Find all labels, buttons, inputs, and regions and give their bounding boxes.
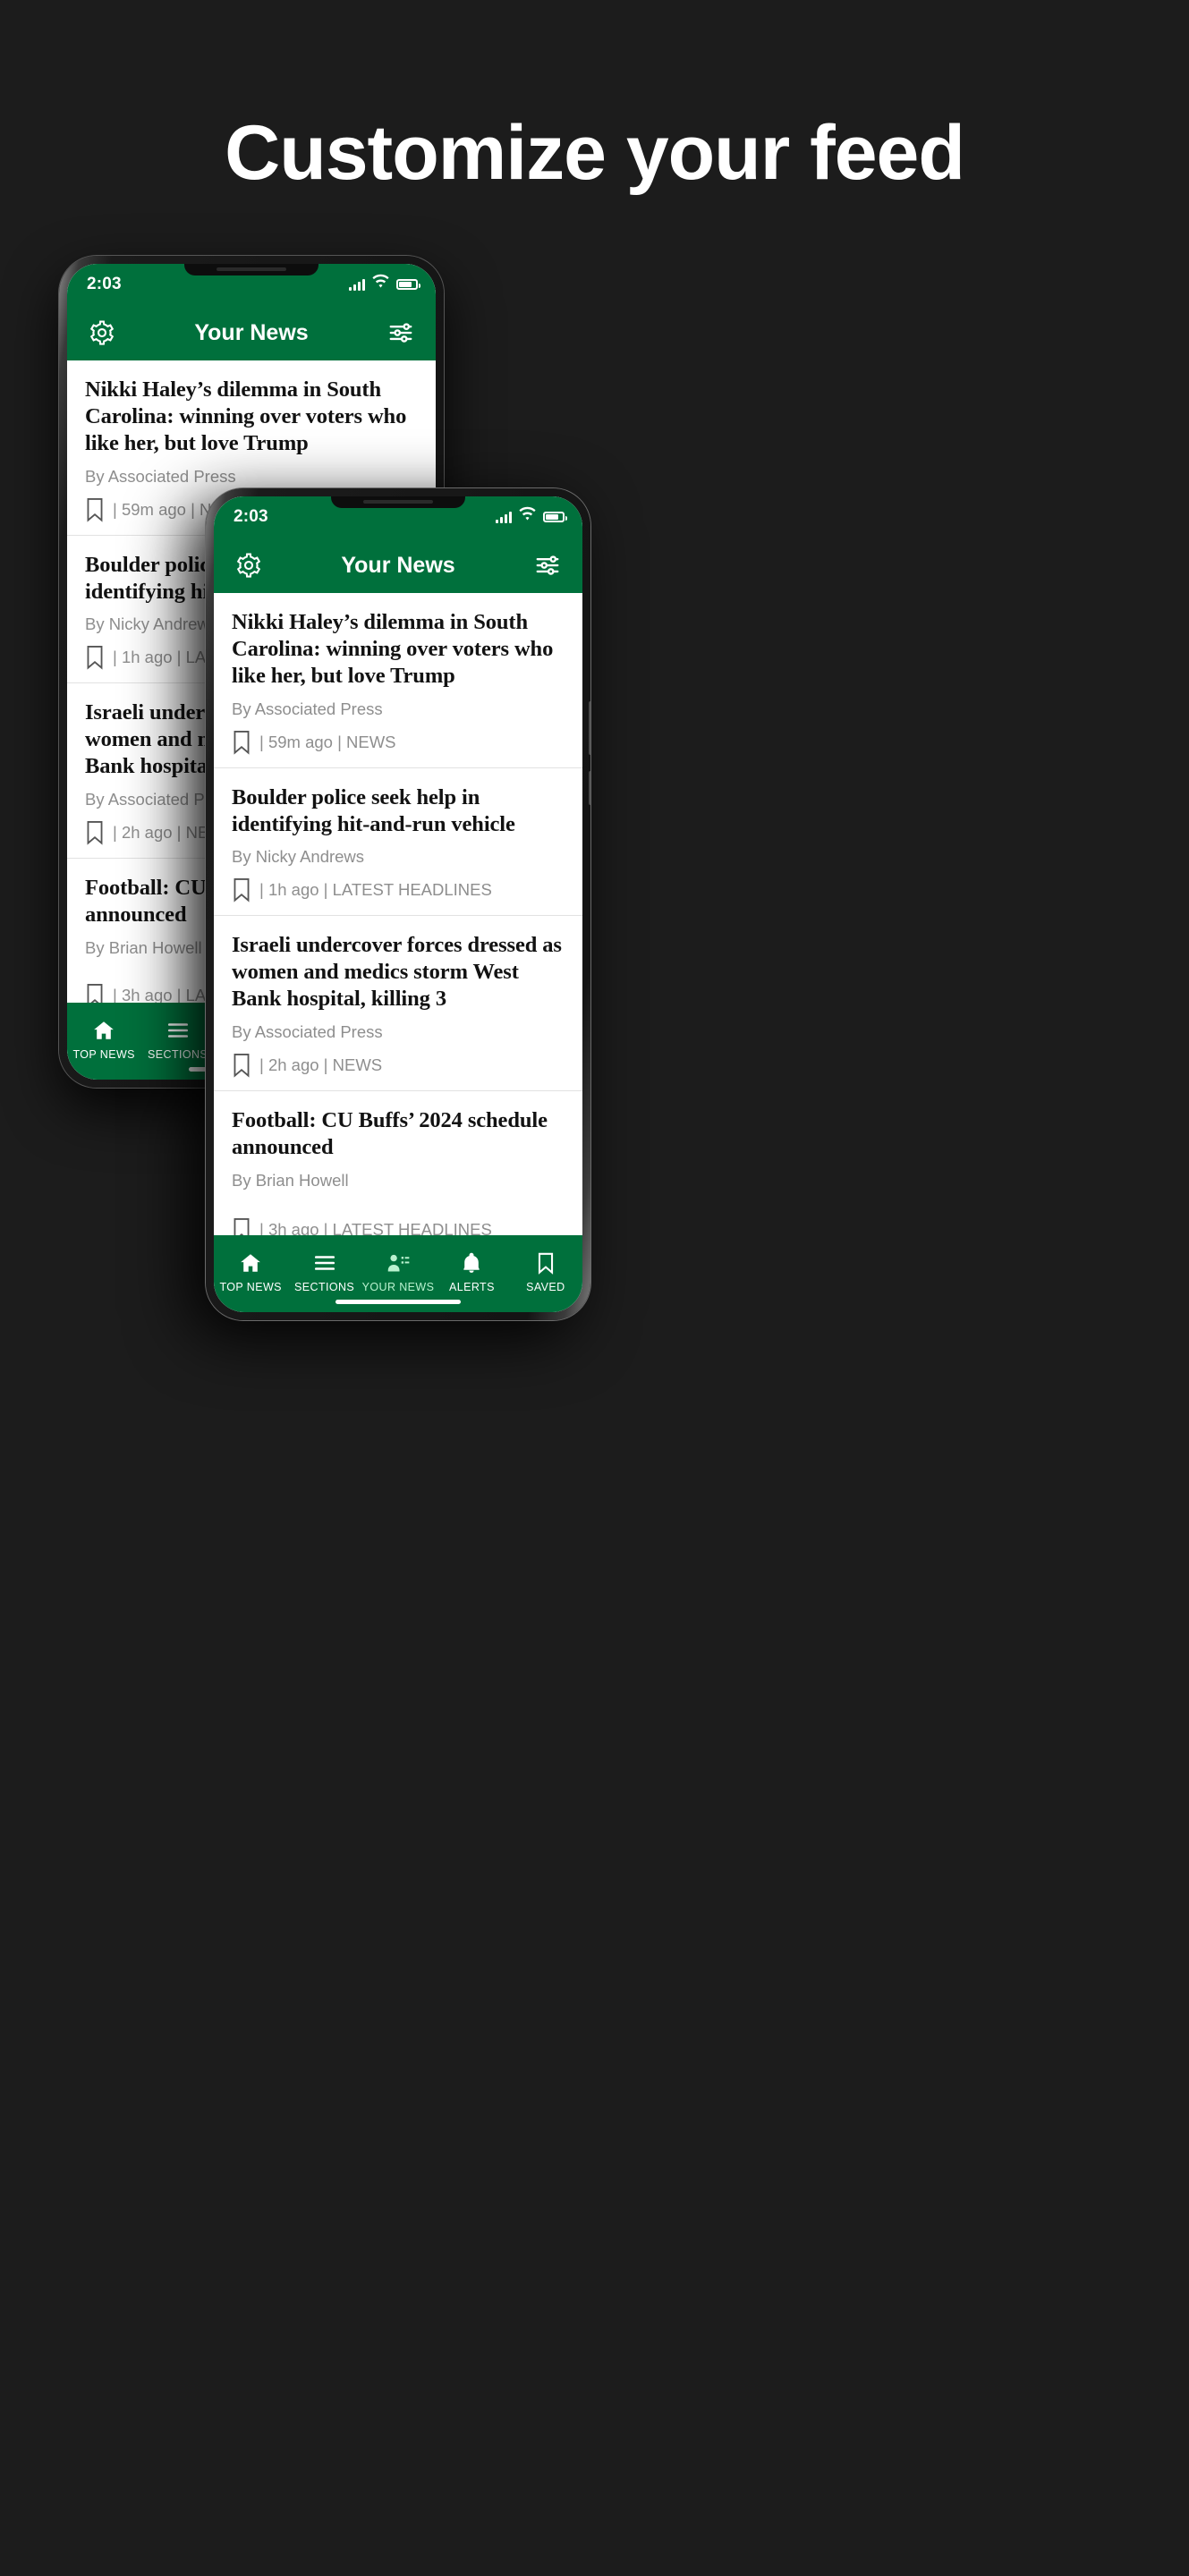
article-meta-text: | 59m ago | NEWS — [259, 732, 396, 751]
app-bar-title: Your News — [341, 552, 455, 578]
nav-label: YOUR NEWS — [361, 1280, 435, 1293]
hamburger-icon — [313, 1251, 336, 1275]
article-meta-text: | 2h ago | NEWS — [259, 1055, 383, 1074]
phone-side-button — [589, 701, 590, 755]
signal-icon — [349, 278, 365, 291]
article-meta: | 1h ago | LATEST HEADLINES — [232, 877, 565, 902]
status-icons — [349, 274, 420, 295]
phone-screen-front: 2:03 Your News Nikki Haley’s dilemma in … — [214, 496, 582, 1312]
article-byline: By Associated Press — [232, 1022, 383, 1041]
article-headline: Boulder police seek help in identifying … — [232, 784, 515, 836]
nav-label: TOP NEWS — [219, 1280, 282, 1293]
article-headline: Football: CU Buffs’ 2024 schedule announ… — [232, 1108, 548, 1159]
article-headline: Nikki Haley’s dilemma in South Carolina:… — [232, 610, 554, 688]
home-icon — [92, 1019, 115, 1042]
article-byline: By Associated Press — [85, 466, 236, 486]
phone-notch-back — [184, 264, 318, 275]
article-byline: By Nicky Andrews — [232, 847, 365, 867]
sliders-icon[interactable] — [386, 318, 416, 348]
table-row[interactable]: Nikki Haley’s dilemma in South Carolina:… — [214, 593, 582, 768]
article-meta-text: | 1h ago | LATEST HEADLINES — [259, 880, 492, 900]
bookmark-icon[interactable] — [85, 645, 105, 670]
article-headline: Nikki Haley’s dilemma in South Carolina:… — [85, 377, 407, 455]
news-app-front: 2:03 Your News Nikki Haley’s dilemma in … — [214, 496, 582, 1312]
app-bar-title: Your News — [194, 319, 309, 345]
article-feed[interactable]: Nikki Haley’s dilemma in South Carolina:… — [214, 593, 582, 1235]
nav-item-alerts[interactable]: ALERTS — [435, 1242, 508, 1293]
article-byline: By Brian Howell — [232, 1170, 349, 1190]
bookmark-icon[interactable] — [232, 730, 251, 755]
bookmark-icon[interactable] — [232, 1053, 251, 1078]
nav-item-your-news[interactable]: YOUR NEWS — [361, 1242, 435, 1293]
article-meta: | 59m ago | NEWS — [232, 730, 565, 755]
hamburger-icon — [166, 1019, 190, 1042]
wifi-icon — [372, 274, 389, 295]
wifi-icon — [519, 506, 536, 528]
nav-item-top-news[interactable]: TOP NEWS — [67, 1010, 140, 1061]
bookmark-icon[interactable] — [85, 497, 105, 522]
table-row[interactable]: Boulder police seek help in identifying … — [214, 767, 582, 917]
status-time: 2:03 — [234, 507, 268, 526]
article-meta-text: | 3h ago | LATEST HEADLINES — [259, 1219, 492, 1235]
nav-item-top-news[interactable]: TOP NEWS — [214, 1242, 287, 1293]
status-time: 2:03 — [87, 275, 122, 293]
nav-item-sections[interactable]: SECTIONS — [287, 1242, 361, 1293]
signal-icon — [496, 511, 512, 523]
article-headline: Israeli undercover forces dressed as wom… — [232, 933, 562, 1012]
nav-label: TOP NEWS — [72, 1047, 135, 1061]
home-indicator — [335, 1300, 461, 1304]
gear-icon[interactable] — [234, 550, 264, 580]
battery-icon — [543, 512, 567, 522]
sliders-icon[interactable] — [532, 550, 563, 580]
nav-label: SECTIONS — [148, 1047, 208, 1061]
bell-icon — [460, 1251, 483, 1275]
gear-icon[interactable] — [87, 318, 117, 348]
article-meta: | 3h ago | LATEST HEADLINES — [232, 1217, 565, 1235]
app-bar: Your News — [67, 305, 436, 360]
app-bar: Your News — [214, 538, 582, 593]
phone-side-button-secondary — [589, 771, 590, 805]
nav-label: SECTIONS — [294, 1280, 355, 1293]
page-title: Customize your feed — [225, 110, 965, 196]
bookmark-icon[interactable] — [232, 877, 251, 902]
bookmark-icon[interactable] — [232, 1217, 251, 1235]
table-row[interactable]: Football: CU Buffs’ 2024 schedule announ… — [214, 1091, 582, 1235]
home-icon — [239, 1251, 262, 1275]
person-list-icon — [386, 1251, 410, 1275]
battery-icon — [396, 279, 420, 290]
bookmark-icon[interactable] — [85, 820, 105, 845]
phone-bezel-front: 2:03 Your News Nikki Haley’s dilemma in … — [206, 488, 590, 1320]
article-meta: | 2h ago | NEWS — [232, 1053, 565, 1078]
nav-item-sections[interactable]: SECTIONS — [140, 1010, 214, 1061]
status-icons — [496, 506, 567, 528]
article-byline: By Associated Press — [232, 699, 383, 718]
nav-label: SAVED — [526, 1280, 565, 1293]
phone-notch-front — [331, 496, 465, 508]
phone-mockup-front: 2:03 Your News Nikki Haley’s dilemma in … — [206, 488, 590, 1320]
table-row[interactable]: Israeli undercover forces dressed as wom… — [214, 916, 582, 1091]
bookmark-icon[interactable] — [85, 983, 105, 1003]
nav-item-saved[interactable]: SAVED — [509, 1242, 582, 1293]
bookmark-icon — [534, 1251, 557, 1275]
nav-label: ALERTS — [449, 1280, 495, 1293]
